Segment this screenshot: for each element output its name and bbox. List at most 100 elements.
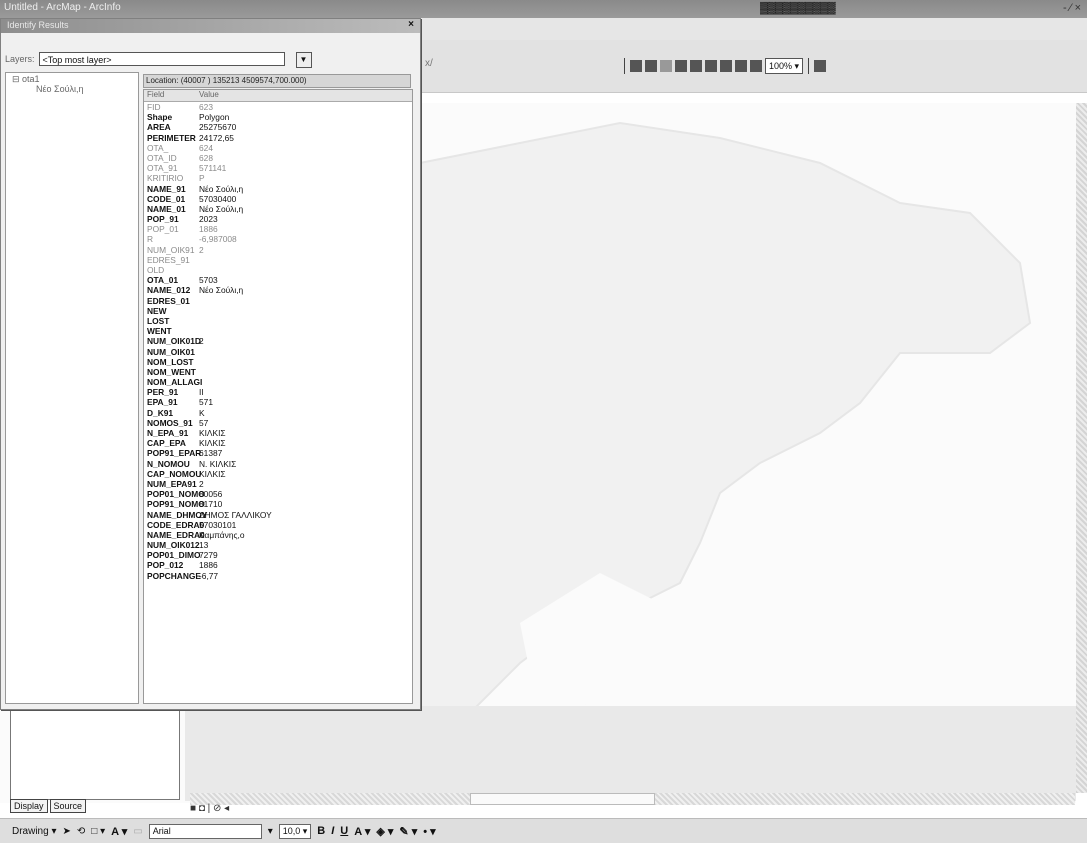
field-name: OTA_91 bbox=[147, 163, 178, 174]
field-value: Νέο Σούλι,η bbox=[199, 183, 244, 194]
table-row: WENT bbox=[144, 326, 412, 336]
horizontal-scroll-thumb[interactable] bbox=[470, 793, 655, 805]
field-name: OLD bbox=[147, 265, 165, 275]
field-name: Shape bbox=[147, 112, 173, 123]
field-value: 2 bbox=[199, 478, 204, 489]
table-row: PERIMETER 24172,65 bbox=[144, 133, 412, 143]
field-value: K bbox=[199, 407, 205, 418]
field-name: NAME_012 bbox=[147, 285, 191, 296]
callout-icon[interactable]: ▭ bbox=[133, 826, 142, 837]
back-extent-icon[interactable] bbox=[720, 60, 732, 72]
zoom-percent-select[interactable]: 100% ▾ bbox=[765, 58, 804, 74]
fixed-zoom-out-icon[interactable] bbox=[705, 60, 717, 72]
table-row: POP_01 1886 bbox=[144, 224, 412, 234]
field-name: OTA_ID bbox=[147, 152, 177, 163]
table-row: POP91_NOMO 81710 bbox=[144, 499, 412, 509]
field-value: 61387 bbox=[199, 448, 223, 459]
tab-source[interactable]: Source bbox=[49, 799, 87, 813]
window-controls[interactable]: - ⁄ × bbox=[1063, 2, 1081, 14]
zoom-in-icon[interactable] bbox=[630, 60, 642, 72]
field-name: POP_012 bbox=[147, 560, 184, 571]
fixed-zoom-in-icon[interactable] bbox=[690, 60, 702, 72]
fill-color-icon[interactable]: ◈ ▾ bbox=[376, 825, 393, 838]
field-name: CODE_01 bbox=[147, 193, 186, 204]
field-name: N_EPA_91 bbox=[147, 428, 189, 438]
field-name: EDRES_01 bbox=[147, 295, 190, 306]
text-tool-icon[interactable]: A ▾ bbox=[111, 825, 127, 838]
identify-titlebar[interactable]: Identify Results × bbox=[1, 19, 420, 33]
toc-tabs: Display Source bbox=[10, 799, 87, 813]
drawing-menu[interactable]: Drawing ▾ bbox=[12, 826, 56, 837]
layout-toolbar: 100% ▾ bbox=[622, 56, 827, 76]
tree-item-feature[interactable]: Νέο Σούλι,η bbox=[36, 84, 84, 94]
table-row: NOM_WENT bbox=[144, 367, 412, 377]
field-value: 628 bbox=[199, 152, 213, 163]
font-name-select[interactable]: Arial bbox=[148, 823, 262, 839]
feature-tree[interactable]: ⊟ ota1 Νέο Σούλι,η bbox=[5, 72, 139, 704]
table-row: NOM_ALLAGI bbox=[144, 377, 412, 387]
field-name: LOST bbox=[147, 315, 170, 326]
table-row: AREA 25275670 bbox=[144, 122, 412, 132]
zoom-out-icon[interactable] bbox=[645, 60, 657, 72]
chevron-down-icon[interactable]: ▼ bbox=[295, 52, 312, 68]
change-layout-icon[interactable] bbox=[814, 60, 827, 72]
attribute-table: Field Value FID 623 Shape Polygon AREA 252756… bbox=[143, 89, 413, 704]
field-name: NUM_OIK01 bbox=[147, 346, 195, 357]
field-name: N_NOMOU bbox=[147, 458, 190, 469]
zoom-whole-page-icon[interactable] bbox=[750, 60, 762, 72]
table-row: NAME_012 Νέο Σούλι,η bbox=[144, 285, 412, 295]
table-row: NUM_OIK012 13 bbox=[144, 540, 412, 550]
column-header-field[interactable]: Field bbox=[147, 90, 164, 99]
font-color-icon[interactable]: A ▾ bbox=[354, 825, 370, 838]
rectangle-tool-icon[interactable]: □ ▾ bbox=[91, 826, 105, 837]
drawing-toolbar: Drawing ▾ ➤ ⟲ □ ▾ A ▾ ▭ Arial ▾ 10,0 ▾ B… bbox=[0, 818, 1087, 843]
field-value: Ν. ΚΙΛΚΙΣ bbox=[199, 458, 237, 469]
field-name: CAP_NOMOU bbox=[147, 468, 202, 479]
field-value: 2023 bbox=[199, 214, 218, 225]
italic-button[interactable]: I bbox=[331, 825, 334, 837]
table-row: NUM_OIK01 bbox=[144, 347, 412, 357]
close-icon[interactable]: × bbox=[408, 19, 414, 30]
table-row: CAP_NOMOU ΚΙΛΚΙΣ bbox=[144, 469, 412, 479]
table-row: NAME_91 Νέο Σούλι,η bbox=[144, 184, 412, 194]
table-of-contents[interactable] bbox=[10, 706, 180, 800]
table-row: NOM_LOST bbox=[144, 357, 412, 367]
layers-select[interactable]: <Top most layer> ▼ bbox=[38, 52, 312, 68]
field-name: POP01_NOMO bbox=[147, 489, 205, 500]
field-value: 80056 bbox=[199, 489, 223, 500]
field-name: CODE_EDRA0 bbox=[147, 519, 205, 530]
field-name: WENT bbox=[147, 326, 172, 337]
table-row: POP91_EPAR 61387 bbox=[144, 448, 412, 458]
marker-color-icon[interactable]: • ▾ bbox=[423, 825, 435, 838]
forward-extent-icon[interactable] bbox=[735, 60, 747, 72]
field-name: POPCHANGE bbox=[147, 570, 201, 581]
main-titlebar: Untitled - ArcMap - ArcInfo ▓▓▓▓▓▓▓▓▓▓ -… bbox=[0, 0, 1087, 18]
vertical-scrollbar[interactable] bbox=[1076, 103, 1087, 793]
layout-view-buttons[interactable]: ■ ◘ | ⊘ ◂ bbox=[190, 803, 229, 814]
field-value: ΔΗΜΟΣ ΓΑΛΛΙΚΟΥ bbox=[199, 509, 272, 520]
field-value: Νέο Σούλι,η bbox=[199, 203, 244, 214]
font-size-select[interactable]: 10,0 ▾ bbox=[278, 823, 312, 839]
font-dropdown-icon[interactable]: ▾ bbox=[268, 826, 273, 837]
column-header-value[interactable]: Value bbox=[199, 90, 219, 99]
tab-display[interactable]: Display bbox=[10, 799, 48, 813]
table-row: N_EPA_91 ΚΙΛΚΙΣ bbox=[144, 428, 412, 438]
bold-button[interactable]: B bbox=[317, 825, 325, 837]
field-name: NOMOS_91 bbox=[147, 417, 193, 428]
field-name: NUM_OIK91 bbox=[147, 244, 195, 255]
field-name: NEW bbox=[147, 305, 167, 316]
pan-icon[interactable] bbox=[660, 60, 672, 72]
font-size-value: 10,0 bbox=[282, 825, 301, 836]
field-name: NUM_EPA91 bbox=[147, 478, 197, 489]
table-row: PER_91 II bbox=[144, 387, 412, 397]
field-name: NUM_OIK012 bbox=[147, 540, 200, 551]
table-row: POP_91 2023 bbox=[144, 214, 412, 224]
field-name: POP91_NOMO bbox=[147, 499, 205, 510]
underline-button[interactable]: U bbox=[340, 825, 348, 837]
field-name: EDRES_91 bbox=[147, 254, 190, 265]
full-extent-icon[interactable] bbox=[675, 60, 687, 72]
select-pointer-icon[interactable]: ➤ bbox=[62, 826, 70, 837]
table-row: OTA_ 624 bbox=[144, 143, 412, 153]
line-color-icon[interactable]: ✎ ▾ bbox=[399, 825, 417, 838]
rotate-icon[interactable]: ⟲ bbox=[77, 826, 85, 837]
